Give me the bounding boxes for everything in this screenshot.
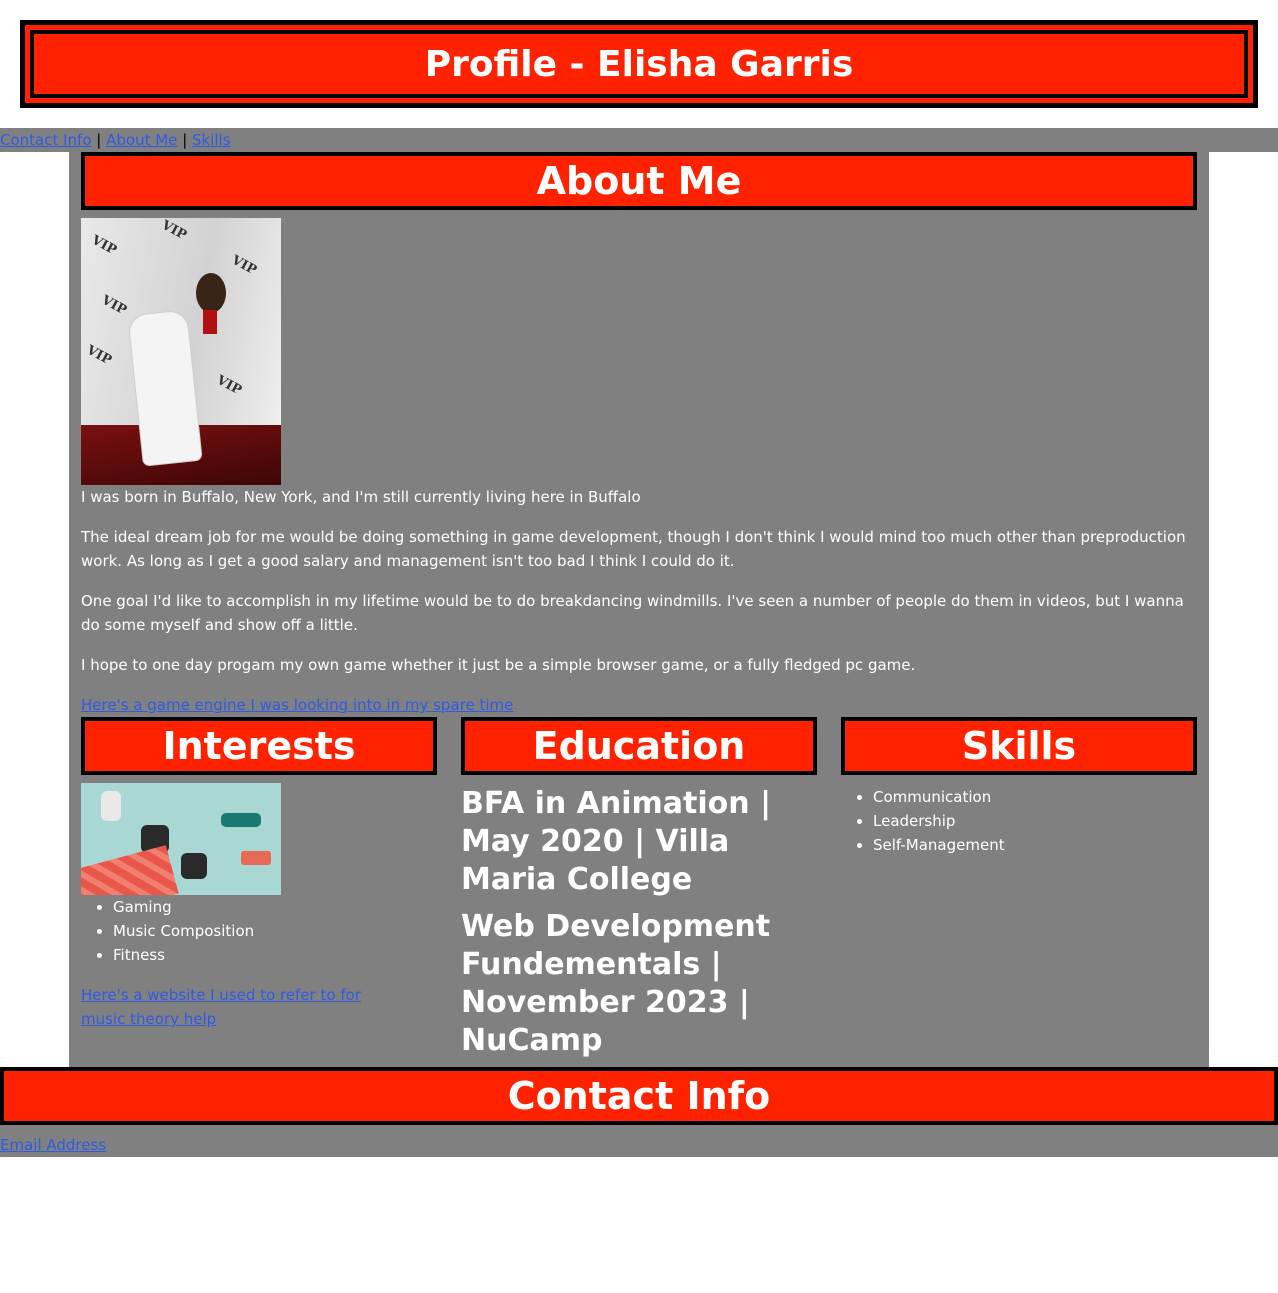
education-entry: Web Development Fundementals | November … <box>461 909 771 1058</box>
email-address-link[interactable]: Email Address <box>0 1136 106 1154</box>
education-entry: BFA in Animation | May 2020 | Villa Mari… <box>461 786 772 897</box>
photo-backdrop-text: VIP <box>88 232 119 259</box>
interests-heading: Interests <box>81 717 437 775</box>
photo-backdrop-text: VIP <box>98 292 129 319</box>
list-item: Fitness <box>113 943 437 967</box>
nav-link-skills[interactable]: Skills <box>192 131 231 149</box>
about-paragraph: I hope to one day progam my own game whe… <box>81 656 916 674</box>
portrait-photo: VIP VIP VIP VIP VIP VIP VIP VIP <box>81 218 281 485</box>
nav-link-contact-info[interactable]: Contact Info <box>0 131 92 149</box>
interests-photo <box>81 783 281 895</box>
skills-column: Skills Communication Leadership Self-Man… <box>841 717 1197 857</box>
about-paragraph: One goal I'd like to accomplish in my li… <box>81 592 1184 634</box>
contact-bar: Email Address <box>0 1125 1278 1157</box>
nav-link-about-me[interactable]: About Me <box>106 131 177 149</box>
about-me-heading: About Me <box>81 152 1197 210</box>
list-item: Self-Management <box>873 833 1197 857</box>
photo-backdrop-text: VIP <box>213 372 244 399</box>
photo-backdrop-text: VIP <box>228 252 259 279</box>
skills-heading: Skills <box>841 717 1197 775</box>
page-title: Profile - Elisha Garris <box>34 34 1244 94</box>
list-item: Music Composition <box>113 919 437 943</box>
game-engine-link[interactable]: Here's a game engine I was looking into … <box>81 696 513 714</box>
about-me-text: I was born in Buffalo, New York, and I'm… <box>81 485 1197 717</box>
skills-list: Communication Leadership Self-Management <box>841 785 1197 857</box>
interests-column: Interests Gaming Music Composition Fitne… <box>81 717 437 1031</box>
photo-backdrop-text: VIP <box>158 218 189 244</box>
main-content: About Me VIP VIP VIP VIP VIP VIP VIP VIP… <box>69 152 1209 1067</box>
contact-info-heading: Contact Info <box>0 1067 1278 1125</box>
about-paragraph: The ideal dream job for me would be doin… <box>81 528 1186 570</box>
page-header: Profile - Elisha Garris <box>20 20 1258 108</box>
interests-list: Gaming Music Composition Fitness <box>81 895 437 967</box>
education-heading: Education <box>461 717 817 775</box>
nav-separator: | <box>177 131 193 149</box>
nav-separator: | <box>91 131 107 149</box>
list-item: Communication <box>873 785 1197 809</box>
info-columns: Interests Gaming Music Composition Fitne… <box>81 717 1197 1067</box>
about-paragraph: I was born in Buffalo, New York, and I'm… <box>81 488 641 506</box>
photo-backdrop-text: VIP <box>83 342 114 369</box>
education-column: Education BFA in Animation | May 2020 | … <box>461 717 817 1060</box>
music-theory-link[interactable]: Here's a website I used to refer to for … <box>81 986 361 1028</box>
list-item: Gaming <box>113 895 437 919</box>
nav-bar: Contact Info | About Me | Skills <box>0 128 1278 152</box>
list-item: Leadership <box>873 809 1197 833</box>
